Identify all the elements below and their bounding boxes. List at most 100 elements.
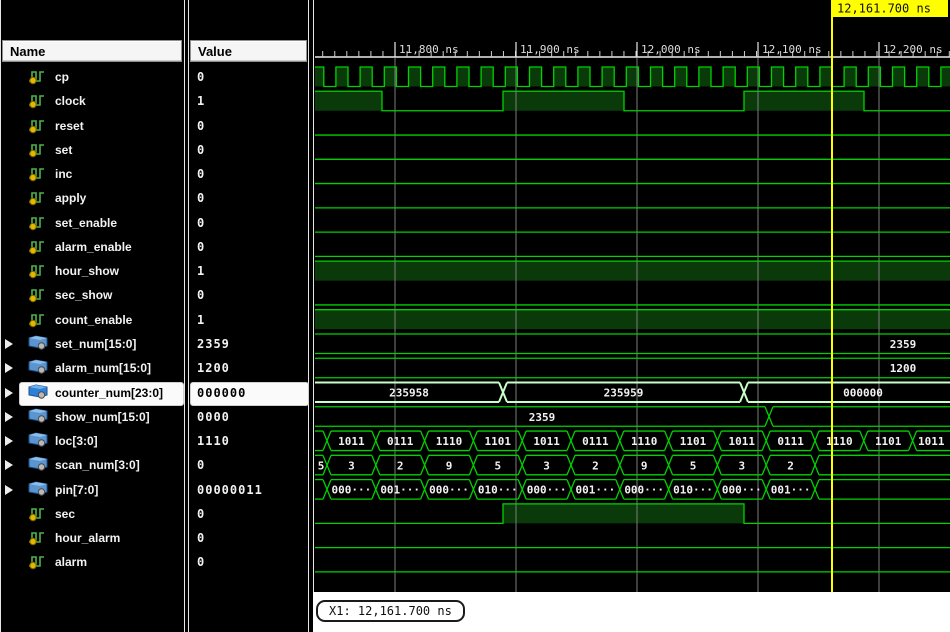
signal-value: 0 [197,555,206,570]
ruler-tick-label: 11,800 ns [399,43,459,56]
bus-value-label: 1200 [890,362,917,375]
signal-row-apply[interactable]: apply [0,186,184,210]
scalar-signal-icon [29,143,44,157]
expand-arrow-icon[interactable] [4,338,14,350]
bus-value-label: 000000 [843,387,883,400]
bus-value-label: 2 [397,459,404,472]
scalar-signal-icon [29,508,44,522]
signal-row-reset[interactable]: reset [0,114,184,138]
signal-value-set: 0 [190,138,308,162]
signal-row-hour_alarm[interactable]: hour_alarm [0,526,184,550]
value-column-header[interactable]: Value [190,40,307,62]
signal-value-clock: 1 [190,89,308,113]
signal-name: clock [55,94,86,109]
wave-high-fill [674,67,687,87]
bus-value-label: 1101 [875,435,902,448]
signal-row-set_num-15-0-[interactable]: set_num[15:0] [0,332,184,356]
signal-name: alarm_enable [55,239,132,254]
scalar-signal-icon [29,241,44,255]
signal-row-scan_num-3-0-[interactable]: scan_num[3:0] [0,453,184,477]
bus-value-label: 2 [592,459,599,472]
bus-value-label: 0111 [387,435,414,448]
signal-value-hour_alarm: 0 [190,526,308,550]
bus-value-label: 0111 [582,435,609,448]
signal-value-inc: 0 [190,162,308,186]
signal-row-sec[interactable]: sec [0,502,184,526]
wave-high-fill [844,67,857,87]
signal-name: sec_show [55,288,113,303]
signal-row-set_enable[interactable]: set_enable [0,211,184,235]
signal-value: 0 [197,191,206,206]
signal-row-sec_show[interactable]: sec_show [0,283,184,307]
bus-value-label: 1011 [918,435,945,448]
signal-row-hour_show[interactable]: hour_show [0,259,184,283]
name-panel-splitter-left[interactable] [184,0,185,632]
signal-value-counter_num-23-0-: 000000 [190,381,309,406]
signal-name: hour_alarm [55,531,121,546]
signal-name: pin[7:0] [55,482,99,497]
bus-value-label: 1110 [436,435,463,448]
signal-name: set_enable [55,215,118,230]
wave-high-fill [650,67,663,87]
bus-value-label: 2 [787,459,794,472]
signal-row-pin-7-0-[interactable]: pin[7:0] [0,478,184,502]
signal-value-sec_show: 0 [190,283,308,307]
bus-value-label: 5 [494,459,501,472]
signal-value: 0000 [197,409,230,424]
signal-value-hour_show: 1 [190,259,308,283]
wave-high-fill [698,67,711,87]
signal-row-alarm[interactable]: alarm [0,550,184,574]
signal-row-inc[interactable]: inc [0,162,184,186]
signal-value-cp: 0 [190,65,308,89]
waveform-panel[interactable]: 23591200235958 235959 00000023591011 0111 11… [315,0,950,632]
scalar-signal-icon [29,71,44,85]
bus-value-label: 1011 [338,435,365,448]
signal-row-clock[interactable]: clock [0,89,184,113]
cursor-x1-readout: X1: 12,161.700 ns [316,600,465,622]
wave-high-fill [315,91,382,111]
expand-arrow-icon[interactable] [4,362,14,374]
bus-value-label: 2359 [890,338,917,351]
name-column-header[interactable]: Name [2,40,182,62]
signal-row-alarm_enable[interactable]: alarm_enable [0,235,184,259]
signal-value-show_num-15-0-: 0000 [190,405,308,429]
scalar-signal-icon [29,313,44,327]
signal-row-counter_num-23-0-[interactable]: counter_num[23:0] [0,381,184,406]
wave-high-fill [795,67,808,87]
wave-high-fill [315,67,324,87]
signal-name: set_num[15:0] [55,336,137,351]
signal-row-alarm_num-15-0-[interactable]: alarm_num[15:0] [0,356,184,380]
bus-value-label: 1011 [729,435,756,448]
signal-value-count_enable: 1 [190,308,308,332]
wave-high-fill [602,67,615,87]
signal-value: 0 [197,215,206,230]
expand-arrow-icon[interactable] [4,435,14,447]
ruler-tick-label: 12,200 ns [883,43,943,56]
signal-row-cp[interactable]: cp [0,65,184,89]
expand-arrow-icon[interactable] [4,459,14,471]
scalar-signal-icon [29,95,44,109]
signal-row-set[interactable]: set [0,138,184,162]
expand-arrow-icon[interactable] [4,387,14,399]
cursor-time-label: 12,161.700 ns [837,2,931,16]
expand-arrow-icon[interactable] [4,484,14,496]
signal-row-loc-3-0-[interactable]: loc[3:0] [0,429,184,453]
name-panel-splitter-right[interactable] [188,0,189,632]
signal-value: 1 [197,264,206,279]
signal-name: alarm_num[15:0] [55,361,152,376]
signal-value: 000000 [197,385,247,400]
status-bar: X1: 12,161.700 ns [313,592,950,632]
wave-high-fill [315,309,950,330]
value-panel-splitter-right[interactable] [313,0,314,632]
bus-signal-icon [28,408,48,423]
wave-high-fill [892,67,905,87]
signal-row-count_enable[interactable]: count_enable [0,308,184,332]
signal-value-pin-7-0-: 00000011 [190,478,308,502]
signal-row-show_num-15-0-[interactable]: show_num[15:0] [0,405,184,429]
expand-arrow-icon[interactable] [4,411,14,423]
signal-name: sec [55,506,76,521]
signal-name: loc[3:0] [55,434,98,449]
value-panel-splitter-left[interactable] [308,0,309,632]
signal-value: 1 [197,94,206,109]
bus-value-label: 001··· [576,484,616,497]
